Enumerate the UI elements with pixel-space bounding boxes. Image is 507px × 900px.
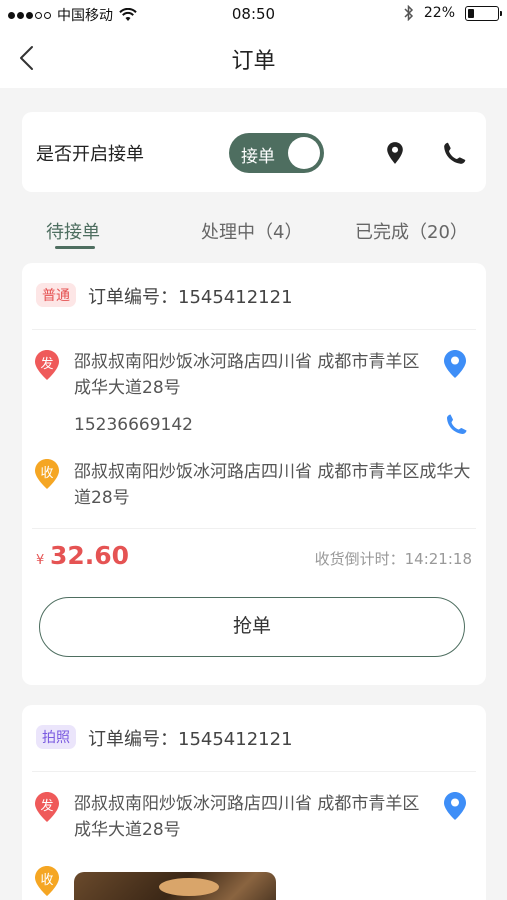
call-icon[interactable] xyxy=(445,411,469,437)
accept-orders-label: 是否开启接单 xyxy=(36,144,144,165)
order-price: 32.60 xyxy=(50,541,130,570)
price-currency: ¥ xyxy=(36,553,45,568)
sender-marker-icon: 发 xyxy=(34,349,60,381)
receiver-marker-label: 收 xyxy=(40,466,54,481)
map-pin-icon[interactable] xyxy=(382,140,408,166)
receiver-marker-label: 收 xyxy=(40,873,54,888)
nav-bar: 订单 xyxy=(0,30,507,88)
battery-icon xyxy=(465,5,502,21)
battery-percent: 22% xyxy=(423,5,455,21)
receiver-marker-icon: 收 xyxy=(34,865,60,897)
switch-label: 接单 xyxy=(241,147,275,167)
active-tab-indicator xyxy=(55,246,95,249)
bluetooth-icon xyxy=(404,5,413,21)
accept-orders-switch[interactable]: 接单 xyxy=(229,133,324,173)
sender-marker-icon: 发 xyxy=(34,791,60,823)
switch-knob xyxy=(288,137,320,169)
receiver-address: 邵叔叔南阳炒饭冰河路店四川省 成都市青羊区成华大道28号 xyxy=(74,462,471,508)
order-type-tag: 拍照 xyxy=(36,725,76,749)
status-bar: 中国移动 08:50 22% xyxy=(0,0,507,30)
accept-orders-card: 是否开启接单 接单 xyxy=(22,112,486,192)
sender-marker-label: 发 xyxy=(40,799,54,814)
battery-fill xyxy=(468,8,475,18)
sender-address: 邵叔叔南阳炒饭冰河路店四川省 成都市青羊区成华大道28号 xyxy=(74,352,420,398)
divider xyxy=(32,771,476,772)
tab-completed[interactable]: 已完成（20） xyxy=(355,218,468,244)
sender-marker-label: 发 xyxy=(40,357,54,372)
grab-order-button[interactable]: 抢单 xyxy=(39,597,465,657)
delivery-countdown: 收货倒计时：14:21:18 xyxy=(314,550,472,568)
tab-pending[interactable]: 待接单 xyxy=(46,218,100,244)
order-number: 订单编号：1545412121 xyxy=(88,287,293,308)
divider xyxy=(32,528,476,529)
sender-address: 邵叔叔南阳炒饭冰河路店四川省 成都市青羊区成华大道28号 xyxy=(74,794,420,840)
navigate-location-icon[interactable] xyxy=(443,791,467,821)
order-type-tag: 普通 xyxy=(36,283,76,307)
navigate-location-icon[interactable] xyxy=(443,349,467,379)
receiver-marker-icon: 收 xyxy=(34,458,60,490)
sender-phone[interactable]: 15236669142 xyxy=(74,415,193,435)
order-card: 普通 订单编号：1545412121 发 邵叔叔南阳炒饭冰河路店四川省 成都市青… xyxy=(22,263,486,685)
tab-processing[interactable]: 处理中（4） xyxy=(201,218,302,244)
page-title: 订单 xyxy=(231,49,276,74)
divider xyxy=(32,329,476,330)
order-photo[interactable] xyxy=(74,872,276,900)
order-tabs: 待接单 处理中（4） 已完成（20） xyxy=(0,206,507,252)
order-number: 订单编号：1545412121 xyxy=(88,729,293,750)
order-card: 拍照 订单编号：1545412121 发 邵叔叔南阳炒饭冰河路店四川省 成都市青… xyxy=(22,705,486,900)
phone-icon[interactable] xyxy=(442,140,468,166)
